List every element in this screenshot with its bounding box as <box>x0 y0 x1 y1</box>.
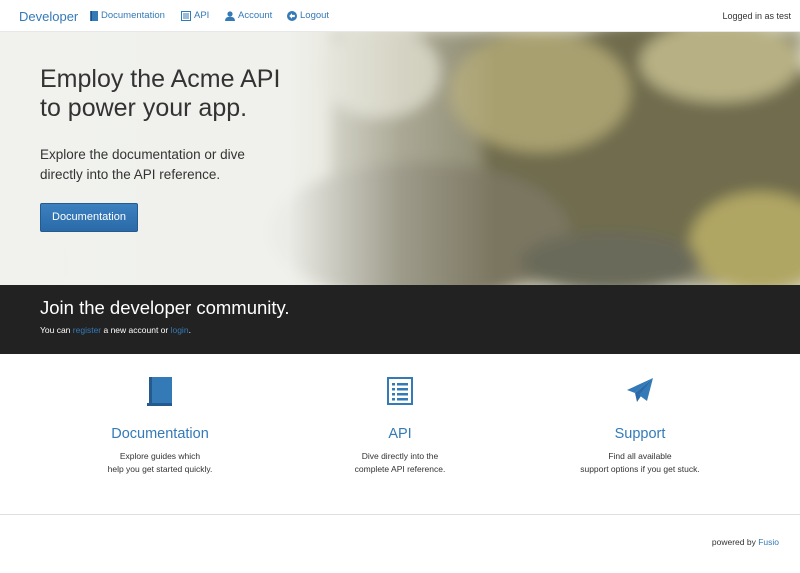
community-text-suffix: . <box>188 325 191 335</box>
login-link[interactable]: login <box>171 325 189 335</box>
feature-api-desc-line1: Dive directly into the <box>361 451 439 461</box>
nav-documentation-label: Documentation <box>101 10 165 21</box>
user-icon <box>225 10 235 21</box>
paper-plane-icon <box>627 378 653 402</box>
community-text: You can register a new account or login. <box>40 325 191 335</box>
documentation-button[interactable]: Documentation <box>40 203 138 232</box>
book-icon <box>90 10 98 21</box>
hero-text-line1: Explore the documentation or dive <box>40 147 245 162</box>
community-text-prefix: You can <box>40 325 73 335</box>
nav-api-label: API <box>194 10 210 21</box>
feature-support-desc-line2: support options if you get stuck. <box>580 463 700 474</box>
feature-documentation-desc: Explore guides which help you get starte… <box>100 450 220 475</box>
community-title: Join the developer community. <box>40 297 290 318</box>
feature-api-desc: Dive directly into the complete API refe… <box>340 450 460 475</box>
navbar: Developer Documentation API Account Logo… <box>0 0 800 32</box>
logged-in-status: Logged in as test <box>722 11 791 21</box>
nav-logout[interactable]: Logout <box>287 10 329 21</box>
feature-documentation: Documentation Explore guides which help … <box>60 375 260 475</box>
register-link[interactable]: register <box>73 325 101 335</box>
hero-title-line1: Employ the Acme API <box>40 65 281 93</box>
hero-title-line2: to power your app. <box>40 94 248 122</box>
brand-link[interactable]: Developer <box>19 9 78 24</box>
nav-account-label: Account <box>238 10 273 21</box>
hero-section: Employ the Acme API to power your app. E… <box>0 32 800 285</box>
book-icon <box>147 377 172 406</box>
list-icon <box>181 10 191 21</box>
feature-support-title[interactable]: Support <box>540 426 740 442</box>
feature-api: API Dive directly into the complete API … <box>300 375 500 475</box>
hero-text-line2: directly into the API reference. <box>40 167 221 182</box>
feature-support-desc-line1: Find all available <box>608 451 672 461</box>
nav-logout-label: Logout <box>300 10 330 21</box>
nav-api[interactable]: API <box>181 10 209 21</box>
fusio-link[interactable]: Fusio <box>758 537 779 547</box>
feature-api-desc-line2: complete API reference. <box>354 463 446 474</box>
feature-support-desc: Find all available support options if yo… <box>580 450 700 475</box>
feature-api-title[interactable]: API <box>300 426 500 442</box>
community-banner: Join the developer community. You can re… <box>0 285 800 354</box>
footer-divider <box>0 514 800 515</box>
footer-prefix: powered by <box>711 537 759 547</box>
footer: powered by Fusio <box>712 537 779 547</box>
nav-documentation[interactable]: Documentation <box>90 10 165 21</box>
feature-documentation-title[interactable]: Documentation <box>60 426 260 442</box>
community-text-middle: a new account or <box>101 325 171 335</box>
feature-support: Support Find all available support optio… <box>540 375 740 475</box>
hero-title: Employ the Acme API to power your app. <box>40 65 400 123</box>
feature-documentation-desc-line1: Explore guides which <box>119 451 201 461</box>
hero-description: Explore the documentation or dive direct… <box>40 145 320 185</box>
nav-account[interactable]: Account <box>225 10 272 21</box>
feature-documentation-desc-line2: help you get started quickly. <box>107 463 213 474</box>
logout-icon <box>287 10 297 21</box>
list-icon <box>387 377 413 405</box>
